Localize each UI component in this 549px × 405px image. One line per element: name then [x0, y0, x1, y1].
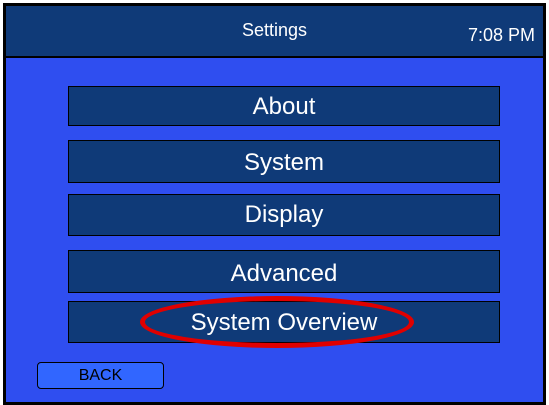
- header-bar: Settings 7:08 PM: [6, 6, 543, 58]
- display-button[interactable]: Display: [68, 194, 500, 236]
- back-button[interactable]: BACK: [37, 362, 164, 389]
- system-overview-button[interactable]: System Overview: [68, 301, 500, 343]
- about-button[interactable]: About: [68, 86, 500, 126]
- page-title: Settings: [241, 20, 308, 40]
- system-button[interactable]: System: [68, 140, 500, 183]
- advanced-button[interactable]: Advanced: [68, 250, 500, 293]
- clock: 7:08 PM: [467, 25, 535, 45]
- settings-screen: Settings 7:08 PM About System Display Ad…: [3, 3, 546, 405]
